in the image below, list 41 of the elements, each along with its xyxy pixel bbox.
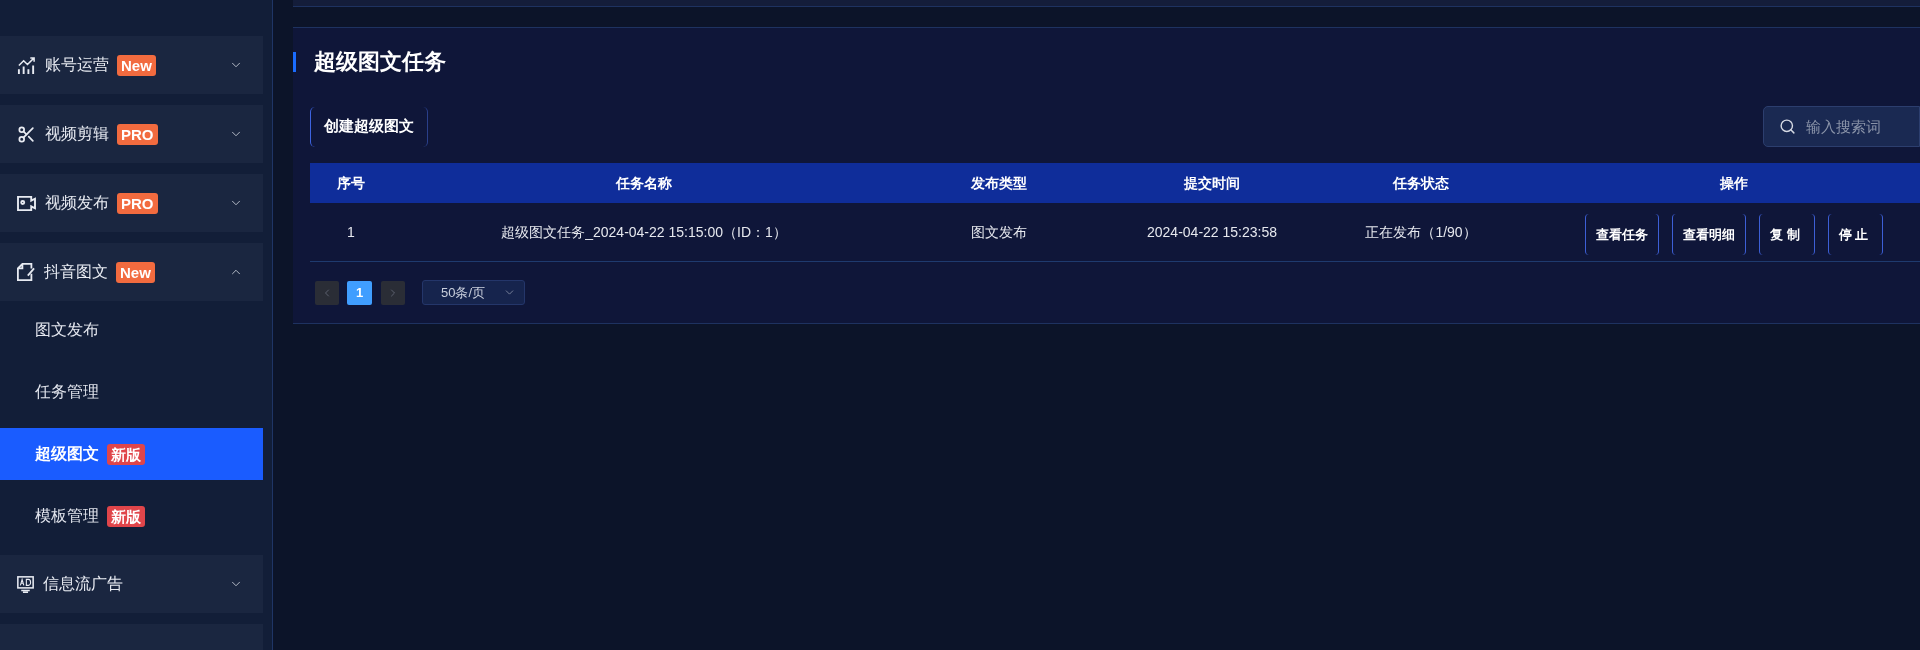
action-button[interactable]: 复制 xyxy=(1758,214,1815,255)
document-edit-icon xyxy=(17,263,35,281)
table-cell-text: 超级图文任务_2024-04-22 15:15:00（ID：1） xyxy=(501,222,787,242)
submenu-item[interactable]: 超级图文 新版 xyxy=(0,428,263,480)
video-camera-icon xyxy=(17,194,36,212)
action-button[interactable]: 查看任务 xyxy=(1584,214,1659,255)
submenu-item[interactable]: 图文发布 xyxy=(0,304,263,356)
column-header: 任务名称 xyxy=(616,173,672,193)
submenu-item[interactable]: 模板管理 新版 xyxy=(0,490,263,542)
menu-badge: 新版 xyxy=(107,443,145,465)
menu-badge: 新版 xyxy=(107,505,145,527)
accent-bar xyxy=(293,52,296,72)
menu-group[interactable]: 抖音图文 New xyxy=(0,243,263,301)
menu-group[interactable]: 视频发布 PRO xyxy=(0,174,263,232)
column-header: 序号 xyxy=(337,173,365,193)
menu-badge: PRO xyxy=(117,192,158,214)
table-cell-text: 正在发布（1/90） xyxy=(1365,222,1477,242)
scissors-icon xyxy=(17,124,36,144)
search-icon xyxy=(1779,118,1796,135)
monitor-icon xyxy=(17,575,34,593)
menu-badge: PRO xyxy=(117,123,158,145)
menu-badge: New xyxy=(117,54,156,76)
action-button[interactable]: 查看明细 xyxy=(1671,214,1746,255)
submenu-item[interactable]: 任务管理 xyxy=(0,366,263,418)
page-title: 超级图文任务 xyxy=(314,51,446,73)
table-cell-text: 2024-04-22 15:23:58 xyxy=(1147,222,1277,242)
menu-group[interactable]: 信息流广告 xyxy=(0,555,263,613)
bar-chart-icon xyxy=(17,55,36,75)
column-header: 发布类型 xyxy=(971,173,1027,193)
search-field[interactable]: 输入搜索词 xyxy=(1763,106,1920,147)
table-cell-text: 图文发布 xyxy=(971,222,1027,242)
column-header: 操作 xyxy=(1720,173,1748,193)
action-button[interactable]: 停止 xyxy=(1827,214,1884,255)
page-size-select[interactable]: 50条/页 xyxy=(422,280,525,305)
menu-group[interactable]: 视频剪辑 PRO xyxy=(0,105,263,163)
menu-group[interactable]: 账号运营 New xyxy=(0,36,263,94)
column-header: 任务状态 xyxy=(1393,173,1449,193)
table-cell-text: 1 xyxy=(347,222,355,242)
create-button[interactable]: 创建超级图文 xyxy=(310,106,428,147)
menu-badge: New xyxy=(116,261,155,283)
column-header: 提交时间 xyxy=(1184,173,1240,193)
